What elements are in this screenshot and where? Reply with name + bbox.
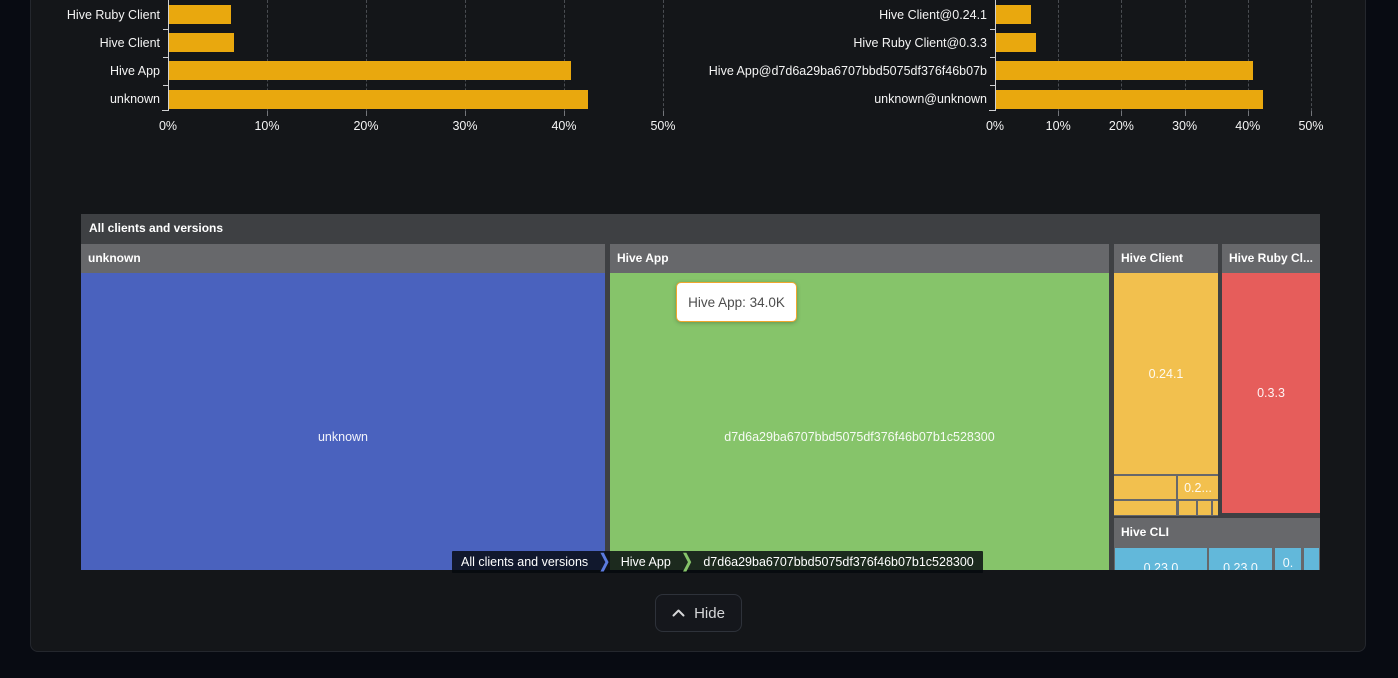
treemap-node[interactable] (1114, 501, 1176, 515)
treemap-group-header[interactable]: unknown (81, 244, 605, 273)
treemap-group: unknownunknown (81, 244, 605, 570)
y-axis-tick (990, 57, 995, 58)
treemap-group: Hive Client0.24.10.2... (1114, 244, 1218, 516)
treemap-group: Hive Ruby Cl...0.3.3 (1222, 244, 1320, 513)
bar[interactable] (996, 5, 1031, 24)
treemap-node[interactable]: 0.3.3 (1222, 273, 1320, 513)
bar[interactable] (996, 90, 1263, 109)
breadcrumb-chevron-icon: ❯ (680, 548, 695, 576)
category-label: Hive Client@0.24.1 (707, 7, 987, 23)
treemap-group-header[interactable]: Hive Client (1114, 244, 1218, 273)
treemap-group-header[interactable]: Hive Ruby Cl... (1222, 244, 1320, 273)
gridline (1311, 0, 1312, 111)
treemap-group-body: 0.23.00.23.00. (1114, 547, 1320, 570)
treemap-breadcrumb: All clients and versions❯Hive App❯d7d6a2… (452, 551, 983, 573)
treemap-group-header[interactable]: Hive CLI (1114, 518, 1320, 547)
x-axis-tick (1185, 111, 1186, 116)
breadcrumb-item[interactable]: Hive App (612, 551, 680, 573)
x-tick-label: 10% (1026, 119, 1090, 133)
treemap-group-header[interactable]: Hive App (610, 244, 1109, 273)
treemap-node[interactable] (1198, 501, 1211, 515)
treemap-group-body: 0.24.10.2... (1114, 273, 1218, 516)
treemap-node[interactable]: 0. (1275, 548, 1301, 570)
x-tick-label: 50% (1279, 119, 1343, 133)
y-axis-bottom-tick (989, 110, 995, 111)
category-label: unknown@unknown (707, 91, 987, 107)
x-axis-tick (1058, 111, 1059, 116)
x-tick-label: 40% (1216, 119, 1280, 133)
x-tick-label: 20% (1089, 119, 1153, 133)
x-tick-label: 0% (963, 119, 1027, 133)
treemap-node[interactable]: 0.23.0 (1209, 548, 1272, 570)
treemap-node[interactable]: 0.23.0 (1115, 548, 1207, 570)
hide-button-label: Hide (694, 605, 725, 622)
breadcrumb-chevron-icon: ❯ (597, 548, 612, 576)
y-axis-tick (990, 29, 995, 30)
x-axis-tick (1248, 111, 1249, 116)
treemap-tooltip-text: Hive App: 34.0K (688, 295, 785, 310)
treemap-group-body: 0.3.3 (1222, 273, 1320, 513)
hide-button[interactable]: Hide (655, 594, 742, 632)
bar[interactable] (996, 33, 1036, 52)
treemap-node[interactable] (1179, 501, 1196, 515)
bar[interactable] (996, 61, 1253, 80)
bar-chart-client-versions: 0%10%20%30%40%50% Hive Client@0.24.1 Hive … (0, 0, 1398, 145)
chevron-up-icon (672, 609, 685, 617)
treemap-tooltip: Hive App: 34.0K (676, 282, 797, 322)
breadcrumb-item[interactable]: d7d6a29ba6707bbd5075df376f46b07b1c528300 (694, 551, 982, 573)
x-axis-tick (1311, 111, 1312, 116)
treemap-group-body: unknown (81, 273, 605, 570)
treemap-node[interactable] (1114, 476, 1176, 499)
category-label: Hive App@d7d6a29ba6707bbd5075df376f46b07… (707, 63, 987, 79)
treemap-node[interactable]: 0.2... (1178, 476, 1218, 499)
treemap-all-clients: All clients and versionsunknownunknownHi… (81, 214, 1320, 570)
treemap-node[interactable] (1304, 548, 1319, 570)
breadcrumb-item[interactable]: All clients and versions (452, 551, 597, 573)
treemap-node[interactable] (1213, 501, 1218, 515)
treemap-node[interactable]: 0.24.1 (1114, 273, 1218, 474)
x-tick-label: 30% (1153, 119, 1217, 133)
treemap-group: Hive CLI0.23.00.23.00. (1114, 518, 1320, 570)
treemap-title: All clients and versions (81, 214, 1320, 242)
x-axis-tick (1121, 111, 1122, 116)
treemap-node[interactable]: unknown (81, 273, 605, 570)
y-axis-tick (990, 85, 995, 86)
category-label: Hive Ruby Client@0.3.3 (707, 35, 987, 51)
